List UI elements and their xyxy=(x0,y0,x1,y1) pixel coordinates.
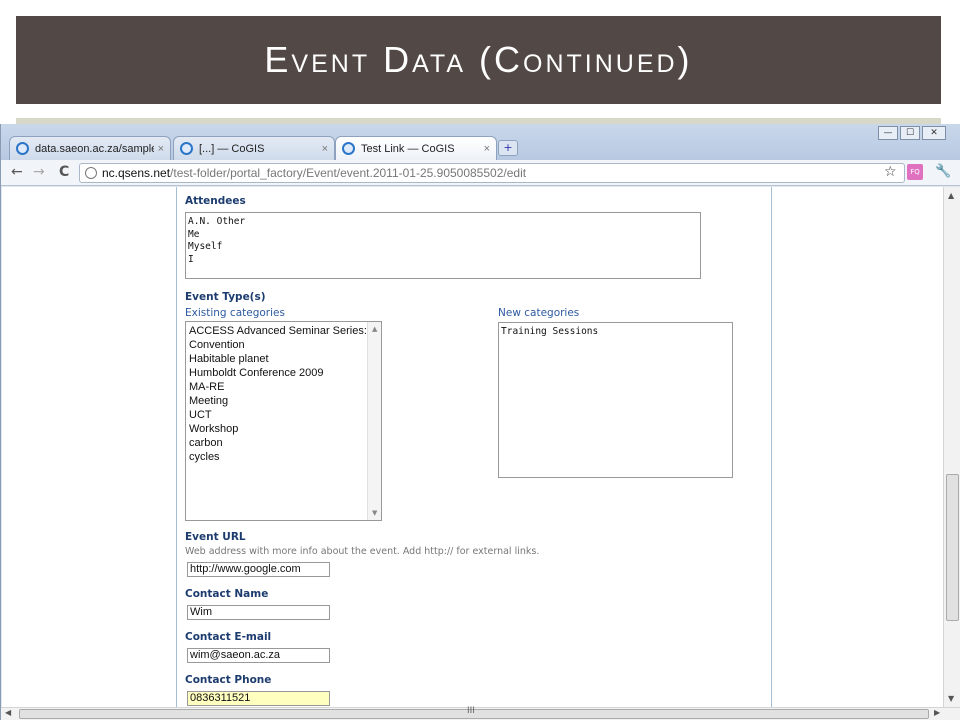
scroll-down-icon[interactable]: ▼ xyxy=(372,509,377,517)
tab-label: [...] — CoGIS xyxy=(199,142,265,155)
close-window-button[interactable]: ✕ xyxy=(922,126,946,140)
scroll-grip-icon: III xyxy=(467,706,475,716)
tab-cogis-1[interactable]: [...] — CoGIS × xyxy=(173,136,335,160)
contact-email-input[interactable]: wim@saeon.ac.za xyxy=(187,648,330,663)
globe-icon xyxy=(180,142,193,155)
new-tab-button[interactable]: + xyxy=(498,140,518,156)
attendees-label: Attendees xyxy=(185,195,246,207)
tab-strip: data.saeon.ac.za/sample-... × [...] — Co… xyxy=(1,124,960,160)
tab-label: Test Link — CoGIS xyxy=(361,142,455,155)
url-path: /test-folder/portal_factory/Event/event.… xyxy=(170,166,527,180)
slide-title: Event Data (Continued) xyxy=(264,39,693,80)
scroll-down-icon[interactable]: ▼ xyxy=(948,694,954,703)
tab-close-icon[interactable]: × xyxy=(158,143,164,155)
wrench-icon[interactable]: 🔧 xyxy=(935,164,951,179)
tab-close-icon[interactable]: × xyxy=(322,143,328,155)
category-option[interactable]: ACCESS Advanced Seminar Series: xyxy=(186,324,381,338)
category-option[interactable]: Workshop xyxy=(186,422,381,436)
browser-toolbar: ← → C nc.qsens.net/test-folder/portal_fa… xyxy=(1,160,960,186)
category-option[interactable]: cycles xyxy=(186,450,381,464)
back-button[interactable]: ← xyxy=(11,164,23,180)
contact-phone-label: Contact Phone xyxy=(185,674,272,686)
scroll-up-icon[interactable]: ▲ xyxy=(372,325,377,333)
listbox-scrollbar[interactable]: ▲ ▼ xyxy=(367,322,381,520)
event-url-help: Web address with more info about the eve… xyxy=(185,546,540,557)
contact-name-input[interactable]: Wim xyxy=(187,605,330,620)
scroll-left-icon[interactable]: ◀ xyxy=(5,708,11,717)
url-host: nc.qsens.net xyxy=(102,166,171,180)
category-option[interactable]: Habitable planet xyxy=(186,352,381,366)
page-info-icon[interactable] xyxy=(85,167,97,179)
existing-categories-label: Existing categories xyxy=(185,307,285,319)
extension-icon[interactable]: FQ xyxy=(907,164,923,180)
event-url-input[interactable]: http://www.google.com xyxy=(187,562,330,577)
forward-button[interactable]: → xyxy=(33,164,45,180)
address-bar[interactable]: nc.qsens.net/test-folder/portal_factory/… xyxy=(79,163,905,183)
contact-email-label: Contact E-mail xyxy=(185,631,272,643)
tab-close-icon[interactable]: × xyxy=(484,143,490,155)
tab-label: data.saeon.ac.za/sample-... xyxy=(35,142,154,155)
vertical-scroll-thumb[interactable] xyxy=(946,474,959,621)
category-option[interactable]: UCT xyxy=(186,408,381,422)
slide-title-bar: Event Data (Continued) xyxy=(16,16,941,104)
column-divider-right xyxy=(771,187,772,707)
new-categories-textarea[interactable]: Training Sessions xyxy=(498,322,733,478)
new-categories-label: New categories xyxy=(498,307,580,319)
category-option[interactable]: Humboldt Conference 2009 xyxy=(186,366,381,380)
existing-categories-listbox[interactable]: ACCESS Advanced Seminar Series: Conventi… xyxy=(185,321,382,521)
event-types-label: Event Type(s) xyxy=(185,291,266,303)
bookmark-star-icon[interactable]: ☆ xyxy=(884,164,897,180)
globe-icon xyxy=(342,142,355,155)
event-url-label: Event URL xyxy=(185,531,246,543)
tab-test-link[interactable]: Test Link — CoGIS × xyxy=(335,136,497,160)
scroll-up-icon[interactable]: ▲ xyxy=(948,191,954,200)
contact-name-label: Contact Name xyxy=(185,588,269,600)
column-divider-left xyxy=(176,187,177,707)
page-content: Attendees A.N. Other Me Myself I Event T… xyxy=(2,187,943,707)
horizontal-scrollbar[interactable]: ◀ III ▶ xyxy=(1,706,960,720)
category-option[interactable]: carbon xyxy=(186,436,381,450)
attendees-textarea[interactable]: A.N. Other Me Myself I xyxy=(185,212,701,279)
category-option[interactable]: Meeting xyxy=(186,394,381,408)
contact-phone-input[interactable]: 0836311521 xyxy=(187,691,330,706)
reload-button[interactable]: C xyxy=(59,164,69,180)
globe-icon xyxy=(16,142,29,155)
vertical-scrollbar[interactable]: ▲ ▼ xyxy=(943,187,960,707)
category-option[interactable]: Convention xyxy=(186,338,381,352)
scroll-right-icon[interactable]: ▶ xyxy=(934,708,940,717)
tab-data-saeon[interactable]: data.saeon.ac.za/sample-... × xyxy=(9,136,171,160)
maximize-button[interactable]: ☐ xyxy=(900,126,920,140)
browser-window: data.saeon.ac.za/sample-... × [...] — Co… xyxy=(0,124,960,720)
category-option[interactable]: MA-RE xyxy=(186,380,381,394)
minimize-button[interactable]: — xyxy=(878,126,898,140)
